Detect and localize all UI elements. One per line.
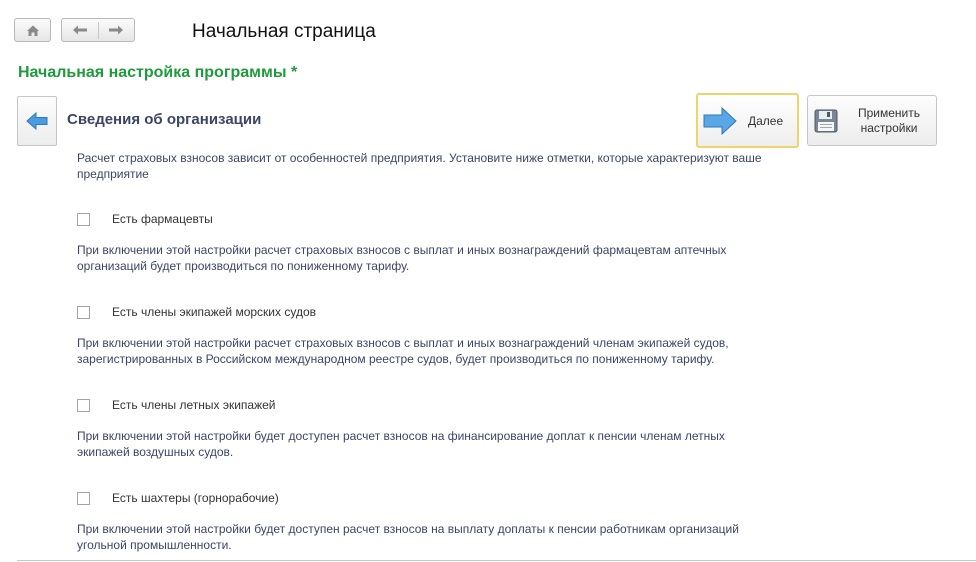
nav-separator xyxy=(98,22,99,39)
sea-crew-hint: При включении этой настройки расчет стра… xyxy=(77,335,827,367)
flight-crew-label[interactable]: Есть члены летных экипажей xyxy=(112,398,275,412)
arrow-left-icon[interactable] xyxy=(72,24,88,36)
apply-label-line2: настройки xyxy=(860,121,918,135)
pharmacists-checkbox[interactable] xyxy=(77,213,90,226)
arrow-left-icon xyxy=(26,111,48,131)
hint-line: зарегистрированных в Российском междунар… xyxy=(77,352,715,366)
back-button[interactable] xyxy=(17,96,57,146)
page-title: Начальная страница xyxy=(192,21,376,42)
hint-line: угольной промышленности. xyxy=(77,538,232,552)
home-button[interactable] xyxy=(14,18,51,42)
apply-label-line1: Применить xyxy=(857,106,920,120)
flight-crew-hint: При включении этой настройки будет досту… xyxy=(77,428,827,460)
pharmacists-hint: При включении этой настройки расчет стра… xyxy=(77,242,827,274)
home-icon xyxy=(27,25,39,36)
hint-line: организаций будет производиться по пониж… xyxy=(77,259,410,273)
bottom-divider xyxy=(17,560,976,561)
section-title: Сведения об организации xyxy=(67,111,262,128)
next-button[interactable]: Далее xyxy=(696,93,799,148)
pharmacists-label[interactable]: Есть фармацевты xyxy=(112,212,213,226)
flight-crew-checkbox[interactable] xyxy=(77,399,90,412)
apply-settings-button[interactable]: Применить настройки xyxy=(807,95,937,146)
hint-line: При включении этой настройки будет досту… xyxy=(77,522,739,536)
miners-label[interactable]: Есть шахтеры (горнорабочие) xyxy=(112,491,279,505)
apply-settings-label: Применить настройки xyxy=(854,106,924,136)
sea-crew-checkbox[interactable] xyxy=(77,306,90,319)
history-nav-group xyxy=(61,18,135,42)
next-button-label: Далее xyxy=(748,114,784,128)
hint-line: экипажей воздушных судов. xyxy=(77,445,234,459)
hint-line: При включении этой настройки будет досту… xyxy=(77,429,725,443)
sea-crew-label[interactable]: Есть члены экипажей морских судов xyxy=(112,305,316,319)
intro-line: Расчет страховых взносов зависит от особ… xyxy=(77,151,762,165)
miners-checkbox[interactable] xyxy=(77,492,90,505)
miners-hint: При включении этой настройки будет досту… xyxy=(77,521,827,553)
intro-line: предприятие xyxy=(77,167,149,181)
hint-line: При включении этой настройки расчет стра… xyxy=(77,243,727,257)
hint-line: При включении этой настройки расчет стра… xyxy=(77,336,729,350)
arrow-right-icon[interactable] xyxy=(108,24,124,36)
form-title: Начальная настройка программы * xyxy=(18,64,298,81)
arrow-right-icon xyxy=(703,106,737,136)
intro-text: Расчет страховых взносов зависит от особ… xyxy=(77,150,827,182)
floppy-disk-icon xyxy=(814,109,838,133)
